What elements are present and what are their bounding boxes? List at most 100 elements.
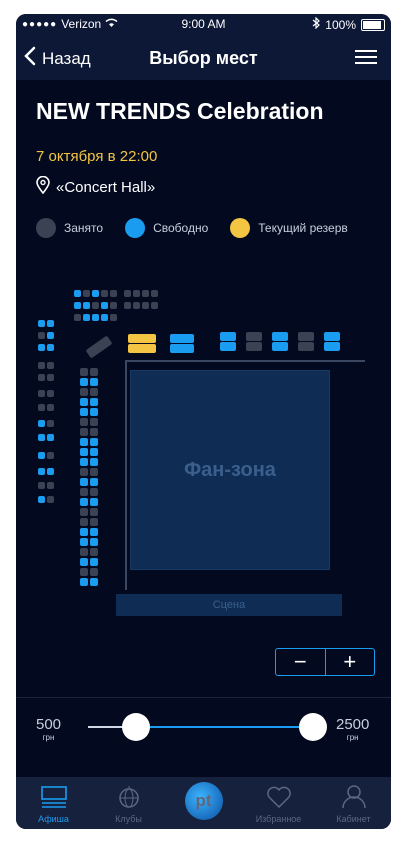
seat[interactable] [38,320,45,327]
zoom-out-button[interactable]: − [276,649,325,675]
heart-icon [266,786,292,810]
seat[interactable] [38,496,45,503]
seat[interactable] [90,408,98,416]
seat [90,368,98,376]
tab-cabinet[interactable]: Кабинет [316,777,391,829]
seat[interactable] [38,344,45,351]
seat[interactable] [80,538,88,546]
seat[interactable] [90,458,98,466]
seat[interactable] [90,378,98,386]
seat[interactable] [80,438,88,446]
seat[interactable] [92,290,99,297]
seat [80,508,88,516]
phone-screen: ●●●●● Verizon 9:00 AM 100% Назад Выбор м… [16,14,391,829]
seat[interactable] [74,302,81,309]
seat [124,302,131,309]
seat[interactable] [38,434,45,441]
seat [38,374,45,381]
seat [80,518,88,526]
seat[interactable] [80,378,88,386]
seat[interactable] [83,314,90,321]
venue[interactable]: «Concert Hall» [36,175,155,198]
price-max-currency: грн [346,733,359,742]
seat [90,388,98,396]
seat[interactable] [101,314,108,321]
seat[interactable] [80,448,88,456]
seat[interactable] [90,558,98,566]
seat[interactable] [38,420,45,427]
seat[interactable] [80,578,88,586]
seat[interactable] [101,302,108,309]
menu-icon[interactable] [355,50,377,68]
price-max-handle[interactable] [299,713,328,741]
battery-percent: 100% [325,17,356,32]
seat [151,290,158,297]
seat[interactable] [80,408,88,416]
legend-free-dot [125,218,146,238]
seat[interactable] [90,438,98,446]
seat[interactable] [272,332,288,341]
seat[interactable] [83,302,90,309]
seat [47,420,54,427]
seat[interactable] [90,528,98,536]
event-date: 7 октября в 22:00 [36,148,158,165]
zoom-in-button[interactable]: + [326,649,375,675]
seat[interactable] [90,578,98,586]
seat [47,404,54,411]
seat[interactable] [80,398,88,406]
seat [38,390,45,397]
tab-favorites[interactable]: Избранное [241,777,316,829]
seat[interactable] [47,344,54,351]
tab-clubs[interactable]: Клубы [91,777,166,829]
seat[interactable] [38,468,45,475]
seat[interactable] [90,448,98,456]
seat[interactable] [80,498,88,506]
seat [246,342,262,351]
fan-zone[interactable]: Фан-зона [130,370,330,570]
bluetooth-icon [312,16,321,32]
tab-home-logo[interactable]: pt [166,777,241,829]
seat[interactable] [47,468,54,475]
seat[interactable] [47,320,54,327]
price-range-slider[interactable] [88,713,328,741]
seat [80,488,88,496]
seat[interactable] [90,538,98,546]
disco-ball-icon [118,786,140,810]
seat[interactable] [90,398,98,406]
seat [90,568,98,576]
seat[interactable] [220,342,236,351]
price-max: 2500 грн [336,716,369,742]
seat[interactable] [324,332,340,341]
seat[interactable] [178,344,194,353]
seat [90,418,98,426]
seat[interactable] [92,314,99,321]
seat[interactable] [80,528,88,536]
seat[interactable] [90,498,98,506]
seat[interactable] [80,558,88,566]
seat[interactable] [272,342,288,351]
seat [110,290,117,297]
seat[interactable] [38,452,45,459]
price-min-handle[interactable] [122,713,151,741]
seat-map[interactable]: Фан-зона Сцена [16,274,391,694]
seat[interactable] [74,290,81,297]
seat [128,334,156,343]
seat [151,302,158,309]
seat [90,428,98,436]
seat[interactable] [47,434,54,441]
price-max-value: 2500 [336,716,370,733]
seat[interactable] [220,332,236,341]
seat[interactable] [80,458,88,466]
seat[interactable] [80,478,88,486]
seat[interactable] [178,334,194,343]
seat[interactable] [47,332,54,339]
seat [47,374,54,381]
legend-free-label: Свободно [153,221,209,235]
seat[interactable] [90,478,98,486]
fanzone-wall-left [125,360,127,590]
tab-afisha[interactable]: Афиша [16,777,91,829]
divider [16,697,391,698]
seat [133,302,140,309]
price-range-fill [136,726,314,728]
seat[interactable] [324,342,340,351]
